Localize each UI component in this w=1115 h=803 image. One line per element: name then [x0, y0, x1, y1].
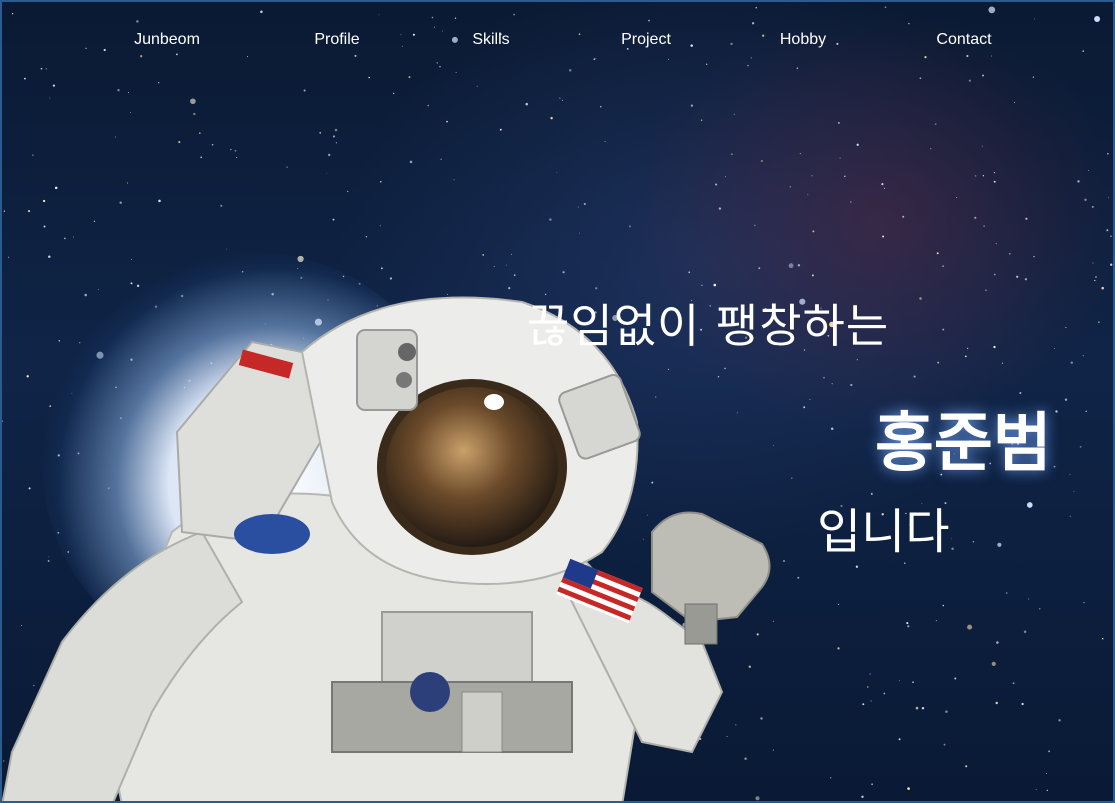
nav-item-hobby[interactable]: Hobby [780, 31, 826, 49]
hero-line-3: 입니다 [817, 504, 950, 560]
nav-item-project[interactable]: Project [621, 31, 671, 49]
nav-item-contact[interactable]: Contact [936, 31, 991, 49]
hero-line-1: 끊임없이 팽창하는 [527, 299, 890, 353]
top-navigation: Junbeom Profile Skills Project Hobby Con… [2, 2, 1113, 82]
nav-item-junbeom[interactable]: Junbeom [134, 31, 200, 49]
hero-page: Junbeom Profile Skills Project Hobby Con… [0, 0, 1115, 803]
astronaut-image [2, 296, 771, 801]
nav-item-profile[interactable]: Profile [314, 31, 359, 49]
hero-name: 홍준범 [875, 406, 1052, 481]
nav-item-skills[interactable]: Skills [472, 31, 509, 49]
